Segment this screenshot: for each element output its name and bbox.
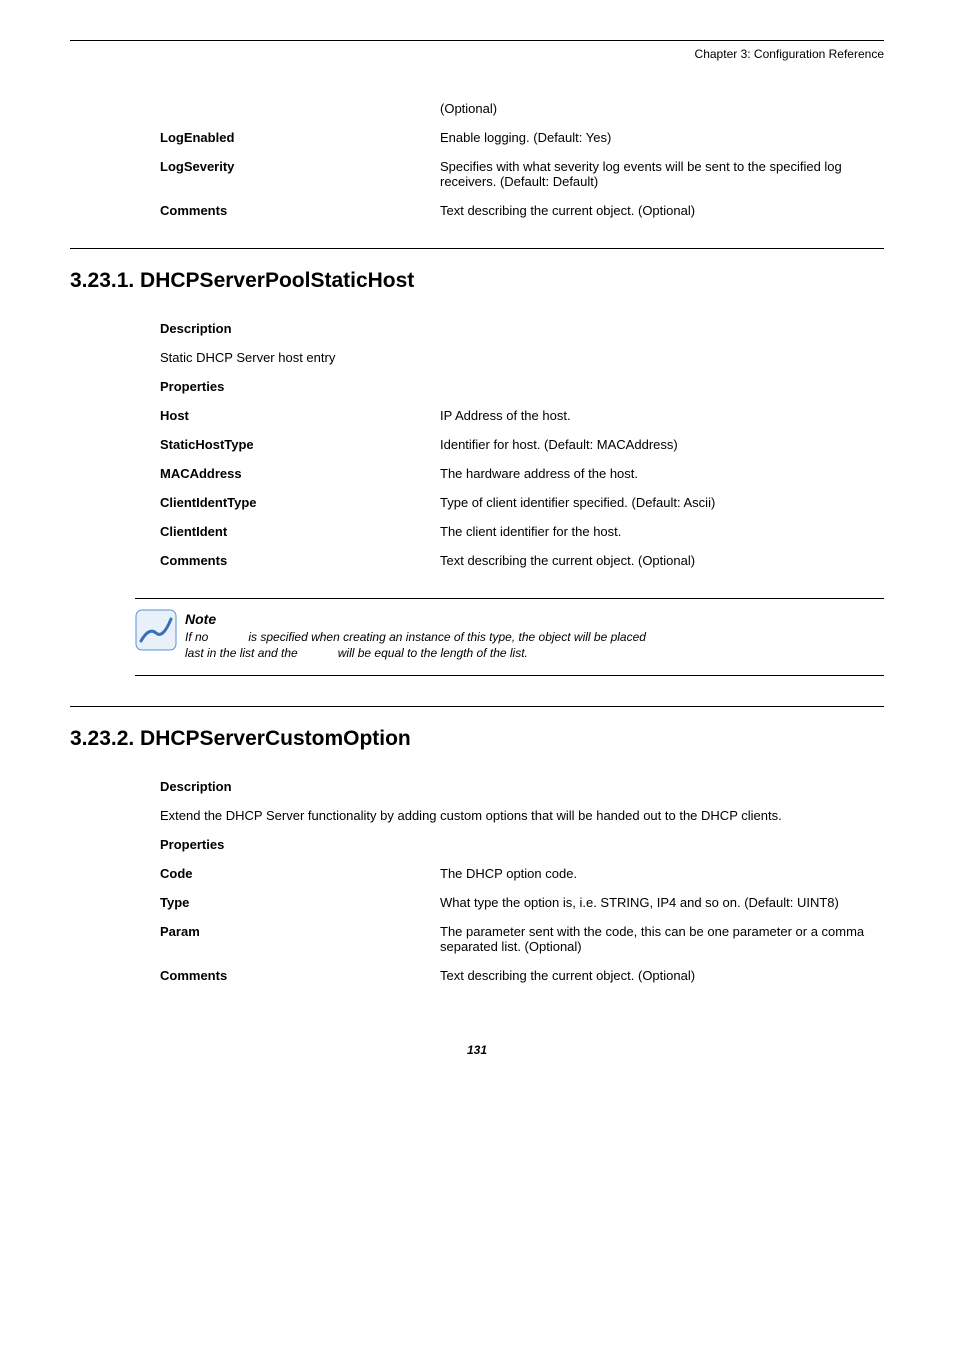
prop-value: Text describing the current object. (Opt…: [440, 553, 884, 568]
note-content: Note If no is specified when creating an…: [185, 609, 884, 661]
prop-row: Comments Text describing the current obj…: [160, 553, 884, 568]
header-rule: [70, 40, 884, 41]
prop-row: LogSeverity Specifies with what severity…: [160, 159, 884, 189]
prop-label: StaticHostType: [160, 437, 440, 452]
prop-value: The client identifier for the host.: [440, 524, 884, 539]
note-line1-rest: is specified when creating an instance o…: [248, 630, 646, 644]
section2-body: Description Extend the DHCP Server funct…: [160, 779, 884, 983]
prop-value: Text describing the current object. (Opt…: [440, 203, 884, 218]
prop-label: Type: [160, 895, 440, 910]
prop-row: Param The parameter sent with the code, …: [160, 924, 884, 954]
note-line2-rest: will be equal to the length of the list.: [338, 646, 528, 660]
note-line1-prefix: If no: [185, 630, 208, 644]
note-body: If no is specified when creating an inst…: [185, 629, 884, 661]
prop-value: Specifies with what severity log events …: [440, 159, 884, 189]
note-box: Note If no is specified when creating an…: [135, 598, 884, 676]
prop-value: The hardware address of the host.: [440, 466, 884, 481]
properties-label: Properties: [160, 837, 884, 852]
prop-label: [160, 101, 440, 116]
section-heading-1: 3.23.1. DHCPServerPoolStaticHost: [70, 269, 884, 293]
prop-value: (Optional): [440, 101, 884, 116]
properties-label: Properties: [160, 379, 884, 394]
section-divider: [70, 706, 884, 707]
prop-label: LogSeverity: [160, 159, 440, 189]
prop-row: Comments Text describing the current obj…: [160, 968, 884, 983]
section1-body: Description Static DHCP Server host entr…: [160, 321, 884, 568]
chapter-title: Chapter 3: Configuration Reference: [70, 47, 884, 61]
prop-label: LogEnabled: [160, 130, 440, 145]
prop-value: IP Address of the host.: [440, 408, 884, 423]
prop-row: MACAddress The hardware address of the h…: [160, 466, 884, 481]
prop-row: ClientIdentType Type of client identifie…: [160, 495, 884, 510]
prop-row: ClientIdent The client identifier for th…: [160, 524, 884, 539]
description-label: Description: [160, 779, 884, 794]
prop-value: Identifier for host. (Default: MACAddres…: [440, 437, 884, 452]
prop-value: The parameter sent with the code, this c…: [440, 924, 884, 954]
description-text: Static DHCP Server host entry: [160, 350, 884, 365]
prop-label: Comments: [160, 553, 440, 568]
prop-row: (Optional): [160, 101, 884, 116]
note-line2-prefix: last in the list and the: [185, 646, 298, 660]
prop-value: Enable logging. (Default: Yes): [440, 130, 884, 145]
prop-value: What type the option is, i.e. STRING, IP…: [440, 895, 884, 910]
section-divider: [70, 248, 884, 249]
prop-label: Comments: [160, 203, 440, 218]
prop-row: Comments Text describing the current obj…: [160, 203, 884, 218]
prop-value: Type of client identifier specified. (De…: [440, 495, 884, 510]
top-props-block: (Optional) LogEnabled Enable logging. (D…: [160, 101, 884, 218]
section-heading-2: 3.23.2. DHCPServerCustomOption: [70, 727, 884, 751]
prop-row: LogEnabled Enable logging. (Default: Yes…: [160, 130, 884, 145]
prop-value: The DHCP option code.: [440, 866, 884, 881]
prop-label: ClientIdent: [160, 524, 440, 539]
prop-row: Host IP Address of the host.: [160, 408, 884, 423]
prop-label: MACAddress: [160, 466, 440, 481]
page-number: 131: [70, 1043, 884, 1057]
note-icon: [135, 609, 185, 651]
prop-label: ClientIdentType: [160, 495, 440, 510]
page-container: Chapter 3: Configuration Reference (Opti…: [0, 0, 954, 1087]
prop-row: Type What type the option is, i.e. STRIN…: [160, 895, 884, 910]
prop-label: Param: [160, 924, 440, 954]
prop-row: Code The DHCP option code.: [160, 866, 884, 881]
prop-value: Text describing the current object. (Opt…: [440, 968, 884, 983]
description-label: Description: [160, 321, 884, 336]
note-title: Note: [185, 611, 884, 627]
prop-label: Comments: [160, 968, 440, 983]
prop-label: Code: [160, 866, 440, 881]
description-text: Extend the DHCP Server functionality by …: [160, 808, 884, 823]
prop-label: Host: [160, 408, 440, 423]
prop-row: StaticHostType Identifier for host. (Def…: [160, 437, 884, 452]
